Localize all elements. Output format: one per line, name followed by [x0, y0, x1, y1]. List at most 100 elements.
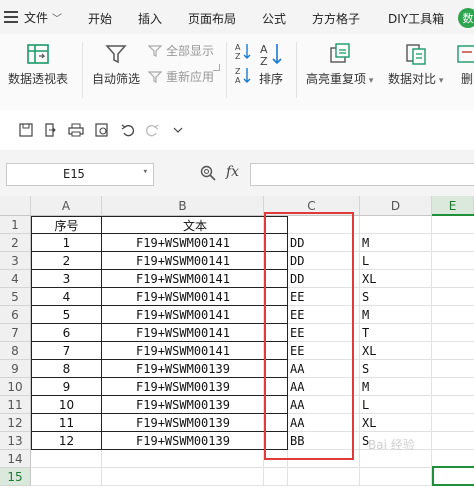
cell-a[interactable]: 11 — [31, 414, 102, 432]
cell-d[interactable]: S — [360, 288, 432, 306]
highlight-box — [264, 212, 354, 460]
svg-text:Z: Z — [260, 55, 268, 66]
cell-b[interactable]: F19+WSWM00139 — [102, 360, 264, 378]
pivot-table-icon — [27, 44, 49, 64]
cell-a[interactable]: 5 — [31, 306, 102, 324]
cell-b[interactable]: F19+WSWM00139 — [102, 414, 264, 432]
select-all-corner[interactable] — [0, 196, 31, 216]
name-box-value: E15 — [63, 167, 85, 181]
sort-icon: AZ — [260, 43, 282, 66]
tab-page-layout[interactable]: 页面布局 — [188, 10, 236, 27]
row-header-15[interactable]: 15 — [0, 468, 31, 486]
cell-b[interactable]: F19+WSWM00141 — [102, 270, 264, 288]
cell-a[interactable]: 6 — [31, 324, 102, 342]
sort-ascending-button[interactable]: AZ — [234, 42, 256, 60]
print-icon[interactable] — [68, 122, 84, 138]
cell-d[interactable]: M — [360, 234, 432, 252]
cell-d[interactable]: M — [360, 378, 432, 396]
cell-a[interactable]: 10 — [31, 396, 102, 414]
cell-d[interactable]: T — [360, 324, 432, 342]
data-compare-button[interactable]: 数据对比 ▾ — [388, 42, 443, 87]
cell-a[interactable]: 3 — [31, 270, 102, 288]
print-preview-icon[interactable] — [94, 122, 110, 138]
highlight-duplicates-button[interactable]: 高亮重复项 ▾ — [306, 42, 373, 87]
hamburger-menu-icon[interactable] — [0, 0, 22, 34]
row-header-5[interactable]: 5 — [0, 288, 31, 306]
cell-a[interactable]: 8 — [31, 360, 102, 378]
cell-b[interactable]: F19+WSWM00141 — [102, 306, 264, 324]
row-header-10[interactable]: 10 — [0, 378, 31, 396]
pivot-table-button[interactable]: 数据透视表 — [8, 42, 68, 87]
undo-icon[interactable] — [120, 122, 136, 138]
cell-a[interactable]: 1 — [31, 234, 102, 252]
save-icon[interactable] — [18, 122, 34, 138]
insert-function-icon[interactable]: fx — [226, 164, 239, 180]
cell-d[interactable]: XL — [360, 414, 432, 432]
cell-b[interactable]: F19+WSWM00141 — [102, 324, 264, 342]
row-header-6[interactable]: 6 — [0, 306, 31, 324]
row-header-2[interactable]: 2 — [0, 234, 31, 252]
row-header-1[interactable]: 1 — [0, 216, 31, 234]
menu-file[interactable]: 文件 ﹀ — [24, 9, 62, 26]
cell-a[interactable]: 4 — [31, 288, 102, 306]
sort-button[interactable]: AZ 排序 — [258, 42, 284, 87]
cell-b[interactable]: F19+WSWM00141 — [102, 288, 264, 306]
tab-formulas[interactable]: 公式 — [262, 10, 286, 27]
active-cell-selection[interactable] — [432, 466, 474, 486]
customize-toolbar-icon[interactable] — [170, 122, 186, 138]
table-border — [31, 305, 288, 306]
tab-diy-toolbox[interactable]: DIY工具箱 — [388, 10, 444, 27]
column-header-e[interactable]: E — [432, 196, 474, 216]
cell-a[interactable]: 2 — [31, 252, 102, 270]
cell-d[interactable]: L — [360, 252, 432, 270]
cell-b[interactable]: F19+WSWM00139 — [102, 396, 264, 414]
name-box[interactable]: E15 ▾ — [6, 163, 154, 186]
cell-a[interactable]: 7 — [31, 342, 102, 360]
ribbon-divider — [296, 42, 297, 98]
row-header-9[interactable]: 9 — [0, 360, 31, 378]
reapply-button[interactable]: 重新应用 — [148, 68, 214, 85]
export-icon[interactable] — [42, 122, 58, 138]
cell-b[interactable]: F19+WSWM00139 — [102, 378, 264, 396]
cell-b[interactable]: F19+WSWM00139 — [102, 432, 264, 450]
tab-fangfang[interactable]: 方方格子 — [312, 10, 360, 27]
tab-data[interactable]: 数 — [458, 8, 474, 28]
cell-d[interactable]: S — [360, 360, 432, 378]
redo-icon[interactable] — [144, 122, 160, 138]
column-header-a[interactable]: A — [31, 196, 102, 216]
show-all-button[interactable]: 全部显示 — [148, 42, 214, 59]
cell-b[interactable]: F19+WSWM00141 — [102, 252, 264, 270]
autofilter-button[interactable]: 自动筛选 — [92, 42, 140, 87]
cell-a[interactable]: 12 — [31, 432, 102, 450]
column-header-d[interactable]: D — [360, 196, 432, 216]
cell-a[interactable]: 9 — [31, 378, 102, 396]
dialog-launcher-icon[interactable] — [213, 64, 220, 71]
remove-duplicates-button[interactable]: 删 — [456, 42, 474, 87]
tab-home[interactable]: 开始 — [88, 10, 112, 27]
cell-b[interactable]: F19+WSWM00141 — [102, 342, 264, 360]
table-header-index[interactable]: 序号 — [31, 216, 102, 234]
row-header-11[interactable]: 11 — [0, 396, 31, 414]
row-header-12[interactable]: 12 — [0, 414, 31, 432]
row-header-4[interactable]: 4 — [0, 270, 31, 288]
chevron-down-icon[interactable]: ▾ — [143, 167, 148, 177]
table-border — [101, 216, 102, 450]
table-header-text[interactable]: 文本 — [102, 216, 288, 234]
row-header-7[interactable]: 7 — [0, 324, 31, 342]
cell-d[interactable]: XL — [360, 270, 432, 288]
sort-descending-button[interactable]: ZA — [234, 66, 256, 84]
cell-d[interactable]: L — [360, 396, 432, 414]
cell-d[interactable]: XL — [360, 342, 432, 360]
cell-b[interactable]: F19+WSWM00141 — [102, 234, 264, 252]
column-header-b[interactable]: B — [102, 196, 264, 216]
tab-insert[interactable]: 插入 — [138, 10, 162, 27]
row-header-8[interactable]: 8 — [0, 342, 31, 360]
sort-label: 排序 — [258, 72, 283, 86]
cell-d[interactable]: M — [360, 306, 432, 324]
zoom-icon[interactable] — [200, 165, 216, 185]
formula-input[interactable] — [250, 163, 474, 186]
table-border — [31, 233, 288, 234]
row-header-13[interactable]: 13 — [0, 432, 31, 450]
row-header-14[interactable]: 14 — [0, 450, 31, 468]
row-header-3[interactable]: 3 — [0, 252, 31, 270]
